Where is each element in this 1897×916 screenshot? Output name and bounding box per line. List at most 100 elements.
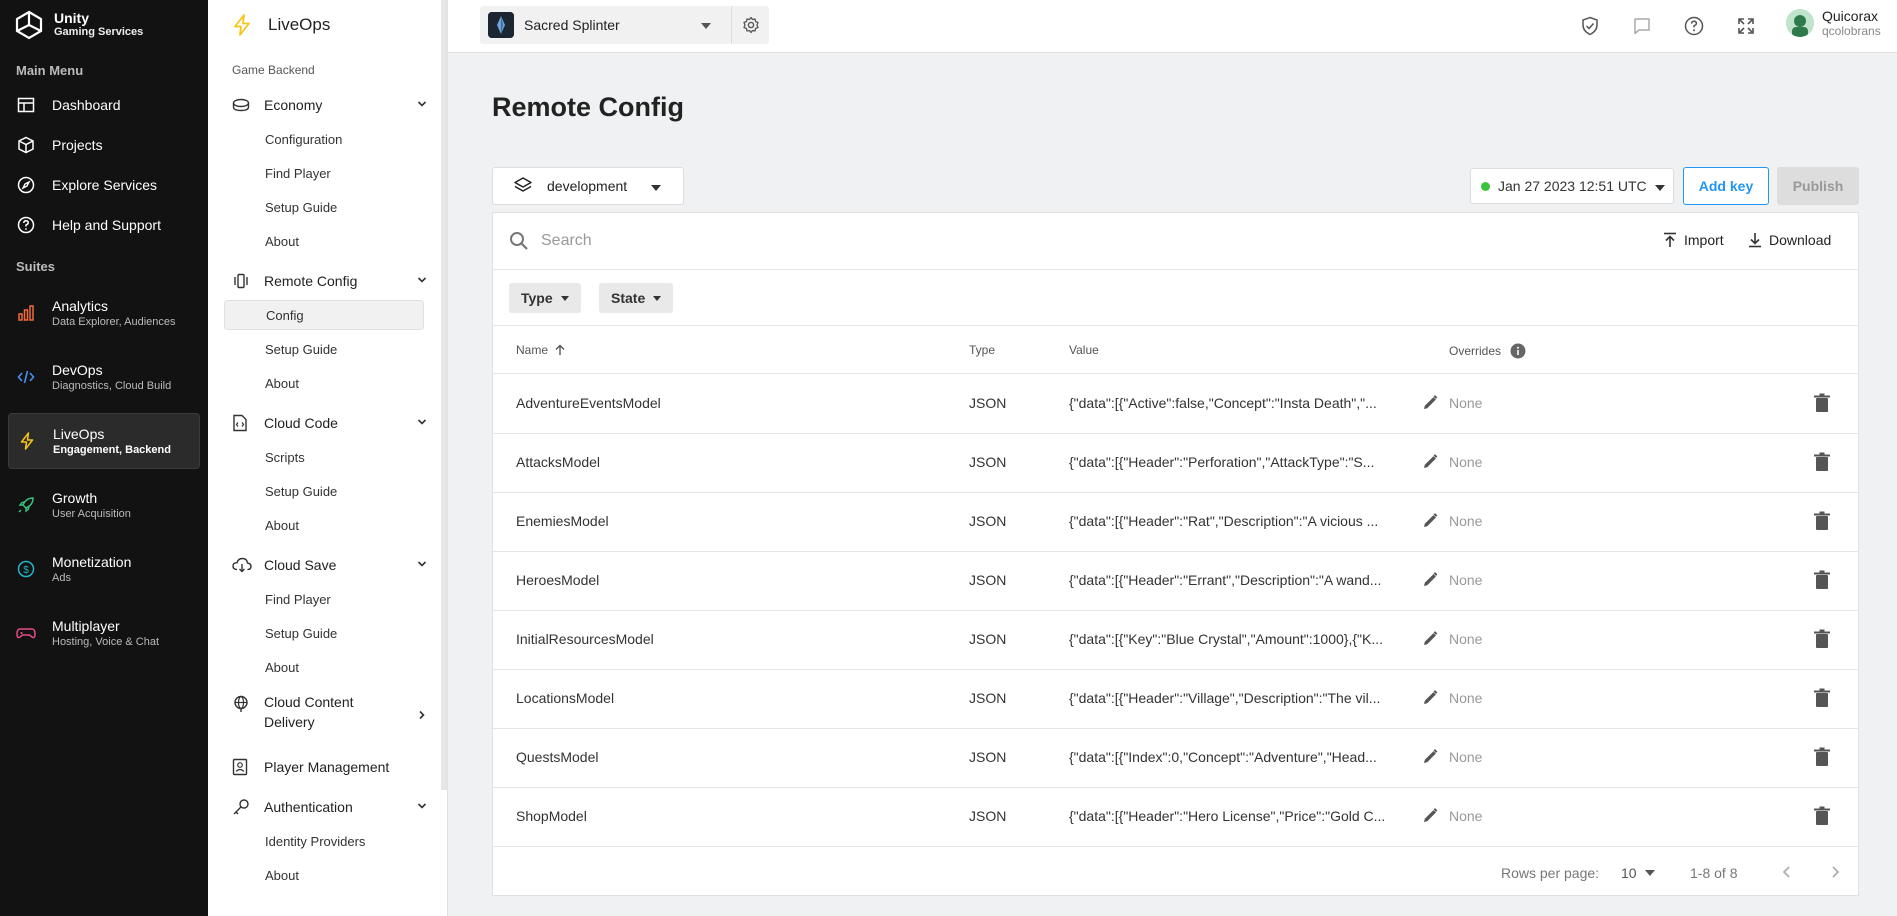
suite-liveops-subtitle: Engagement, Backend: [53, 444, 171, 456]
group-remote-config[interactable]: Remote Config: [232, 266, 432, 296]
help-button[interactable]: [1682, 14, 1706, 38]
group-cloud-code[interactable]: Cloud Code: [232, 408, 432, 438]
delete-key-button[interactable]: [1813, 688, 1831, 711]
environment-selector[interactable]: development: [492, 167, 684, 205]
column-name[interactable]: Name: [516, 343, 566, 357]
group-economy[interactable]: Economy: [232, 90, 432, 120]
fullscreen-button[interactable]: [1734, 14, 1758, 38]
nav-dashboard-label: Dashboard: [52, 97, 121, 113]
chevron-down-icon: [417, 803, 427, 809]
link-cloud-code-setup-guide[interactable]: Setup Guide: [224, 476, 424, 506]
state-filter-label: State: [611, 290, 646, 306]
link-identity-providers[interactable]: Identity Providers: [224, 826, 424, 856]
search-bar[interactable]: Search Import Download: [493, 213, 1858, 270]
link-cloud-code-scripts[interactable]: Scripts: [224, 442, 424, 472]
row-value: {"data":[{"Header":"Village","Descriptio…: [1069, 690, 1381, 706]
project-settings-button[interactable]: [731, 6, 769, 44]
link-cloud-save-about[interactable]: About: [224, 652, 424, 682]
link-cloud-code-about[interactable]: About: [224, 510, 424, 540]
link-authentication-about[interactable]: About: [224, 860, 424, 890]
suite-multiplayer[interactable]: Multiplayer Hosting, Voice & Chat: [8, 605, 200, 661]
previous-page-button[interactable]: [1781, 865, 1793, 879]
row-overrides: None: [1449, 454, 1483, 470]
group-cloud-save[interactable]: Cloud Save: [232, 550, 432, 580]
edit-value-button[interactable]: [1421, 689, 1439, 710]
caret-down-icon: [653, 295, 662, 301]
delete-key-button[interactable]: [1813, 511, 1831, 534]
edit-value-button[interactable]: [1421, 394, 1439, 415]
row-name: QuestsModel: [516, 749, 599, 765]
state-filter[interactable]: State: [599, 283, 674, 313]
version-selector[interactable]: Jan 27 2023 12:51 UTC: [1470, 168, 1674, 204]
table-row[interactable]: AttacksModel JSON {"data":[{"Header":"Perf…: [493, 434, 1858, 493]
link-cloud-save-setup-guide[interactable]: Setup Guide: [224, 618, 424, 648]
group-authentication[interactable]: Authentication: [232, 792, 432, 822]
user-menu[interactable]: Quicorax qcolobrans: [1786, 8, 1881, 38]
nav-help-support[interactable]: Help and Support: [8, 207, 200, 243]
rows-per-page-select[interactable]: 10: [1621, 865, 1655, 881]
suite-growth[interactable]: Growth User Acquisition: [8, 477, 200, 533]
link-remote-config-about[interactable]: About: [224, 368, 424, 398]
table-row[interactable]: InitialResourcesModel JSON {"data":[{"Key"…: [493, 611, 1858, 670]
edit-value-button[interactable]: [1421, 571, 1439, 592]
publish-button[interactable]: Publish: [1777, 167, 1859, 205]
next-page-button[interactable]: [1829, 865, 1841, 879]
table-row[interactable]: LocationsModel JSON {"data":[{"Header":"Vi…: [493, 670, 1858, 729]
download-button[interactable]: Download: [1748, 232, 1831, 248]
link-remote-config-setup-guide[interactable]: Setup Guide: [224, 334, 424, 364]
suite-monetization[interactable]: $ Monetization Ads: [8, 541, 200, 597]
delete-key-button[interactable]: [1813, 629, 1831, 652]
delete-key-button[interactable]: [1813, 452, 1831, 475]
chat-icon: [1634, 18, 1650, 35]
suite-devops[interactable]: DevOps Diagnostics, Cloud Build: [8, 349, 200, 405]
unity-brand[interactable]: Unity Gaming Services: [14, 10, 143, 40]
chevron-down-icon: [417, 561, 427, 567]
link-remote-config-config[interactable]: Config: [224, 300, 424, 330]
help-icon: [16, 215, 36, 235]
delete-key-button[interactable]: [1813, 570, 1831, 593]
type-filter[interactable]: Type: [509, 283, 581, 313]
edit-icon: [1424, 808, 1438, 822]
security-button[interactable]: [1578, 14, 1602, 38]
group-player-management[interactable]: Player Management: [232, 752, 432, 782]
suite-analytics[interactable]: Analytics Data Explorer, Audiences: [8, 285, 200, 341]
row-overrides: None: [1449, 572, 1483, 588]
import-button[interactable]: Import: [1663, 232, 1724, 248]
search-input[interactable]: Search: [541, 232, 592, 250]
project-selector[interactable]: Sacred Splinter: [480, 6, 731, 44]
row-value: {"data":[{"Index":0,"Concept":"Adventure…: [1069, 749, 1377, 765]
row-overrides: None: [1449, 808, 1483, 824]
edit-value-button[interactable]: [1421, 453, 1439, 474]
group-cloud-content-delivery[interactable]: Cloud Content Delivery: [232, 692, 432, 738]
nav-dashboard[interactable]: Dashboard: [8, 87, 200, 123]
id-card-icon: [232, 758, 252, 776]
table-row[interactable]: ShopModel JSON {"data":[{"Header":"Hero Li…: [493, 788, 1858, 847]
delete-key-button[interactable]: [1813, 393, 1831, 416]
add-key-button[interactable]: Add key: [1683, 167, 1769, 205]
link-economy-setup-guide[interactable]: Setup Guide: [224, 192, 424, 222]
table-row[interactable]: QuestsModel JSON {"data":[{"Index":0,"Conc…: [493, 729, 1858, 788]
edit-value-button[interactable]: [1421, 807, 1439, 828]
edit-value-button[interactable]: [1421, 630, 1439, 651]
sub-nav-title-label: LiveOps: [268, 15, 331, 34]
delete-key-button[interactable]: [1813, 747, 1831, 770]
feedback-button[interactable]: [1630, 14, 1654, 38]
column-overrides-label: Overrides: [1449, 344, 1502, 358]
suite-growth-subtitle: User Acquisition: [52, 508, 131, 520]
edit-value-button[interactable]: [1421, 748, 1439, 769]
link-cloud-save-find-player[interactable]: Find Player: [224, 584, 424, 614]
info-icon[interactable]: [1510, 343, 1526, 359]
delete-key-button[interactable]: [1813, 806, 1831, 829]
nav-explore-services[interactable]: Explore Services: [8, 167, 200, 203]
edit-value-button[interactable]: [1421, 512, 1439, 533]
table-row[interactable]: HeroesModel JSON {"data":[{"Header":"Erran…: [493, 552, 1858, 611]
nav-projects[interactable]: Projects: [8, 127, 200, 163]
sub-nav-scrollbar[interactable]: [441, 0, 447, 790]
link-economy-configuration[interactable]: Configuration: [224, 124, 424, 154]
table-row[interactable]: AdventureEventsModel JSON {"data":[{"Activ…: [493, 375, 1858, 434]
suite-liveops[interactable]: LiveOps Engagement, Backend: [8, 413, 200, 469]
table-row[interactable]: EnemiesModel JSON {"data":[{"Header":"Rat"…: [493, 493, 1858, 552]
link-economy-about[interactable]: About: [224, 226, 424, 256]
link-economy-find-player[interactable]: Find Player: [224, 158, 424, 188]
column-name-label: Name: [516, 343, 549, 357]
